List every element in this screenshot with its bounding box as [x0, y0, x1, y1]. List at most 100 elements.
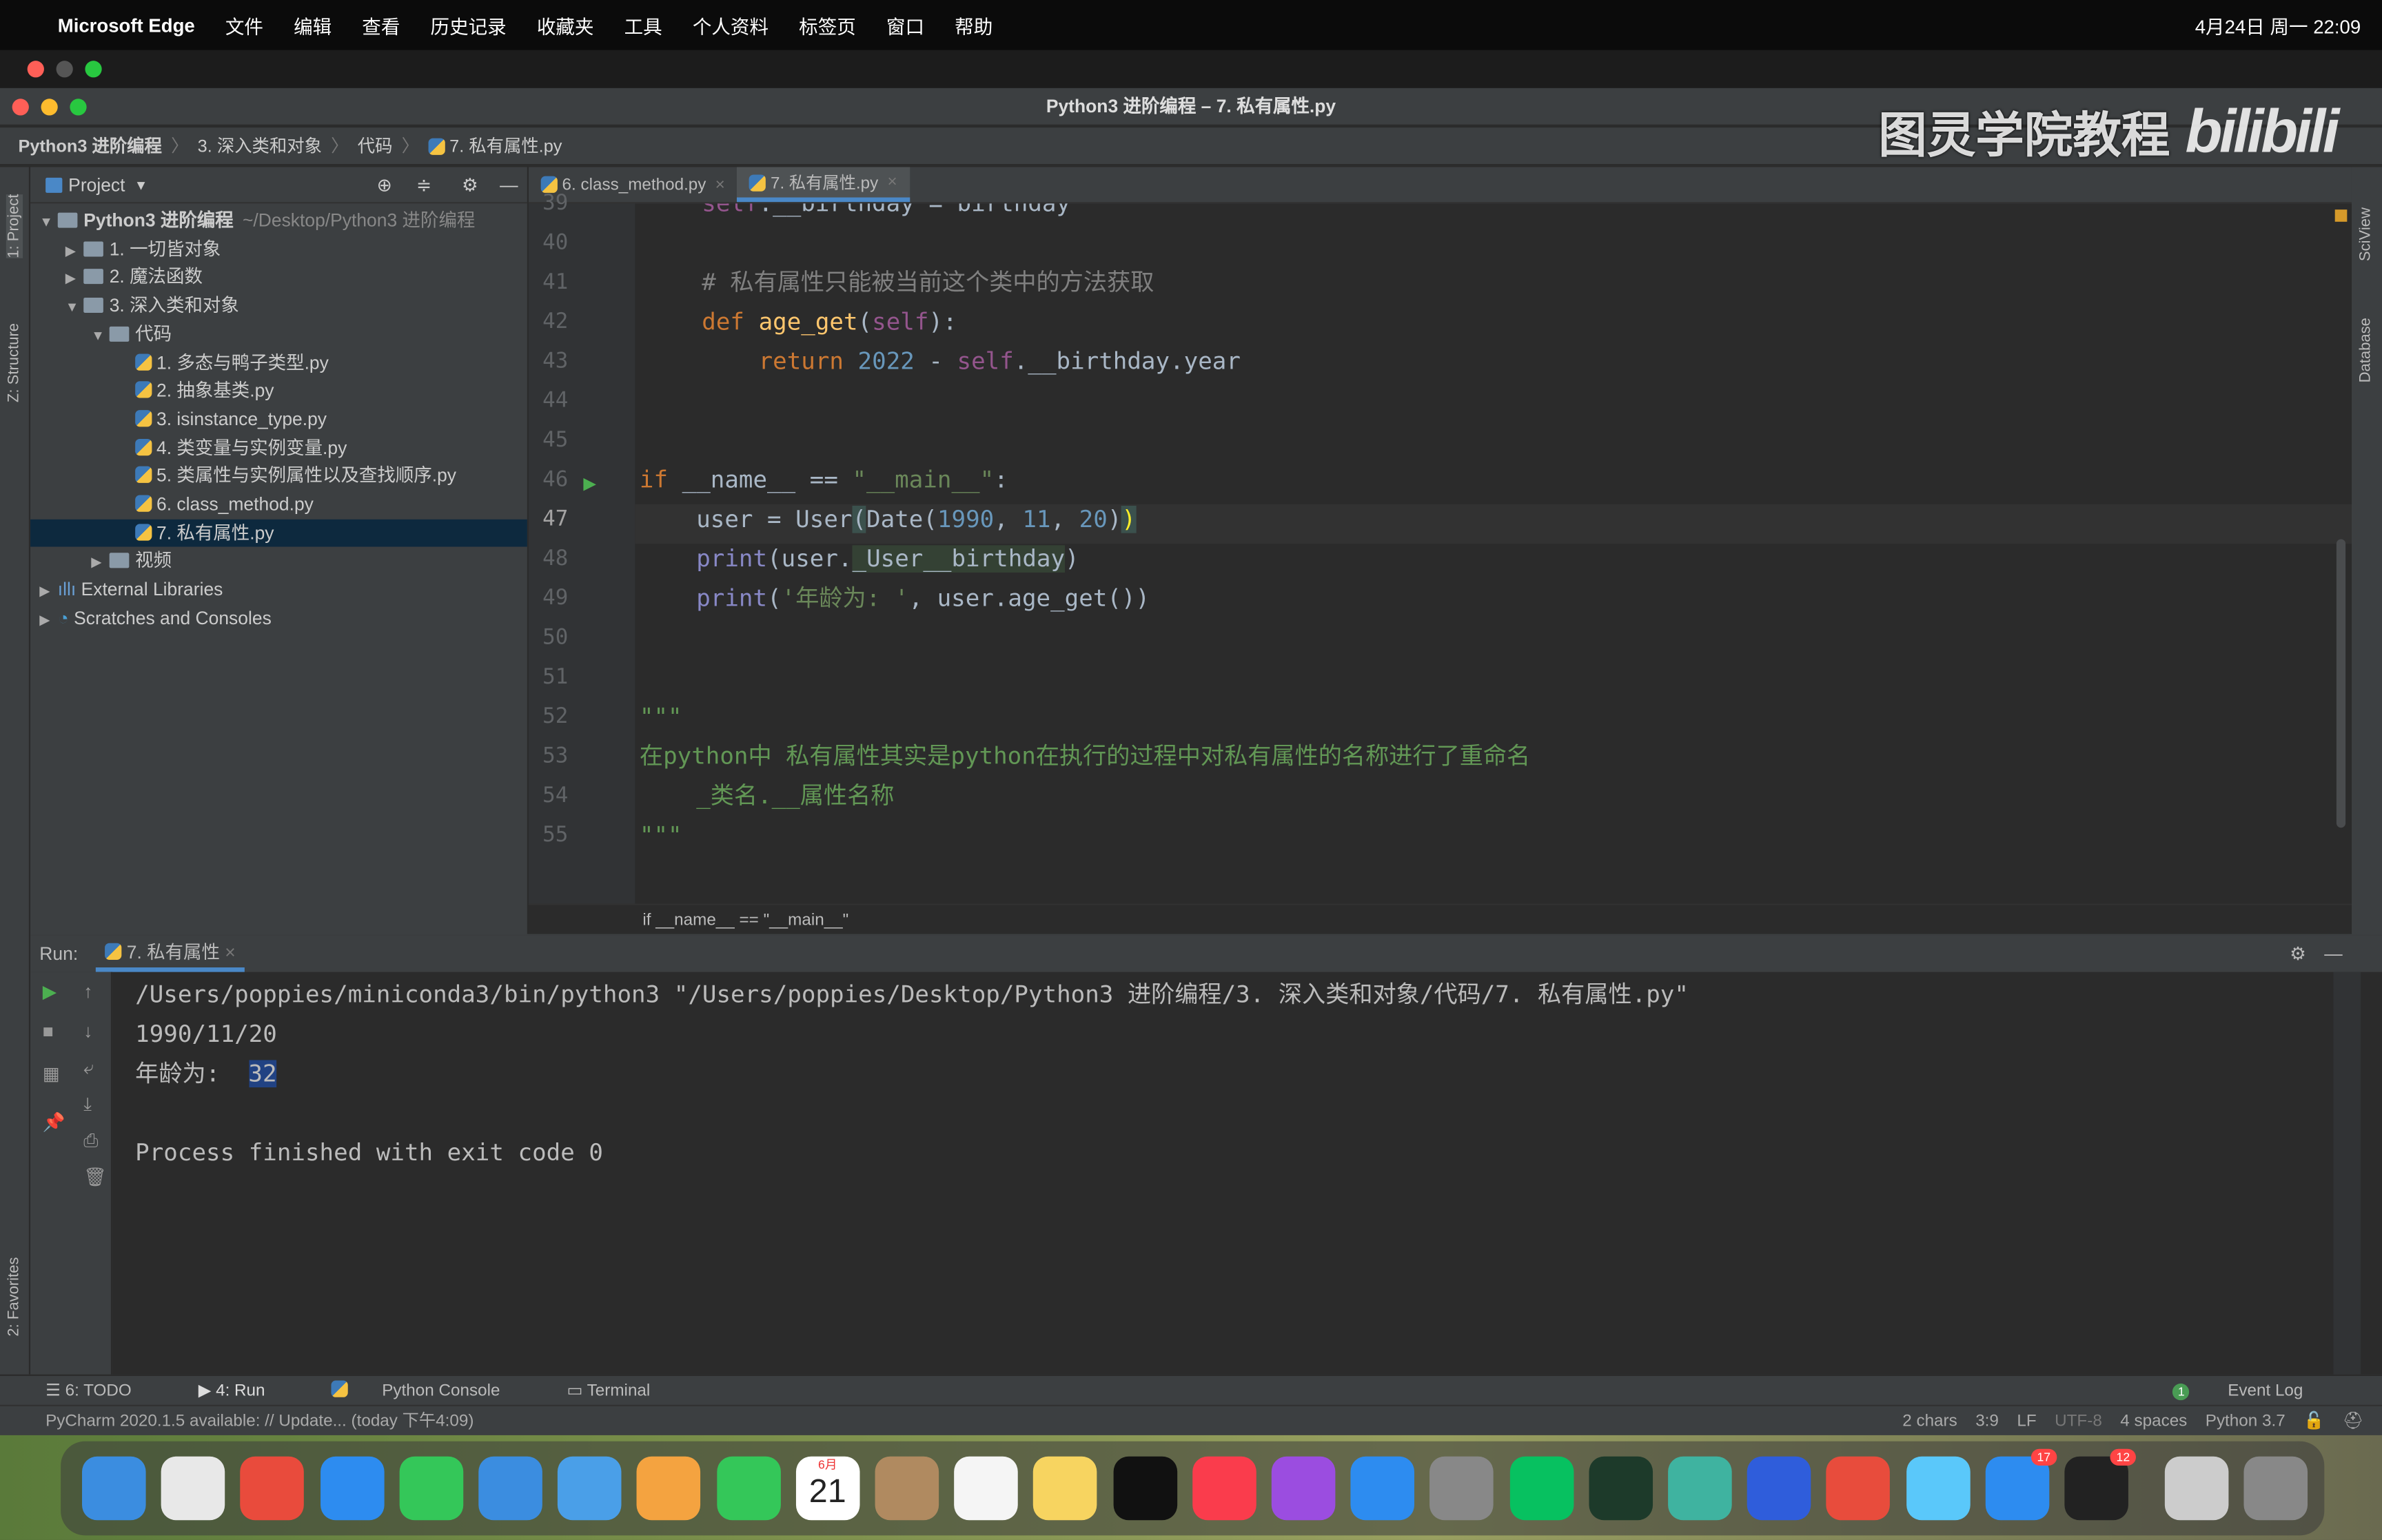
tree-item[interactable]: 2. 抽象基类.py — [30, 377, 527, 405]
mail-icon[interactable] — [478, 1456, 542, 1521]
chevron-right-icon[interactable]: ▶ — [65, 236, 83, 265]
minimize-button[interactable] — [56, 61, 73, 78]
menu-edit[interactable]: 编辑 — [294, 10, 332, 39]
tree-item[interactable]: ▶ ıllı External Libraries — [30, 576, 527, 604]
tree-item[interactable]: ▶ 视频 — [30, 547, 527, 575]
stop-icon[interactable]: ■ — [43, 1020, 54, 1042]
menu-file[interactable]: 文件 — [225, 10, 263, 39]
close-tab-icon[interactable]: × — [887, 173, 897, 191]
sciview-tool-tab[interactable]: SciView — [2358, 207, 2374, 261]
tree-item[interactable]: 7. 私有属性.py — [30, 519, 527, 548]
hide-icon[interactable]: — — [500, 174, 518, 195]
appletv-icon[interactable] — [1112, 1456, 1177, 1521]
close-button[interactable] — [27, 61, 44, 78]
editor-breadcrumb[interactable]: if __name__ == "__main__" — [529, 903, 2352, 934]
run-gutter-icon[interactable]: ▶ — [583, 474, 596, 493]
menu-favorites[interactable]: 收藏夹 — [537, 10, 594, 39]
calendar-icon[interactable]: 6月 21 — [795, 1456, 860, 1521]
menu-window[interactable]: 窗口 — [886, 10, 924, 39]
facetime-icon[interactable] — [716, 1456, 781, 1521]
qq-icon[interactable]: 12 — [2064, 1448, 2136, 1521]
run-scrollbar[interactable] — [2333, 972, 2361, 1376]
minimize-button[interactable] — [41, 99, 58, 116]
hide-icon[interactable]: — — [2324, 943, 2342, 965]
maps-icon[interactable] — [558, 1456, 622, 1521]
project-tool-tab[interactable]: 1: Project — [6, 194, 23, 258]
notes-icon[interactable] — [1033, 1456, 1098, 1521]
down-icon[interactable]: ↓ — [83, 1020, 92, 1042]
tree-item[interactable]: 1. 多态与鸭子类型.py — [30, 349, 527, 377]
interpreter[interactable]: Python 3.7 — [2206, 1406, 2286, 1437]
pin-icon[interactable]: 📌 — [43, 1111, 65, 1133]
photos-icon[interactable] — [637, 1456, 701, 1521]
chevron-right-icon[interactable]: ▶ — [39, 606, 57, 634]
maximize-button[interactable] — [70, 99, 87, 116]
chevron-right-icon[interactable]: ▶ — [39, 577, 57, 606]
up-icon[interactable]: ↑ — [83, 981, 92, 1003]
menu-tools[interactable]: 工具 — [624, 10, 662, 39]
chevron-down-icon[interactable]: ▼ — [39, 208, 57, 236]
indent-setting[interactable]: 4 spaces — [2120, 1406, 2187, 1437]
chevron-right-icon[interactable]: ▶ — [65, 265, 83, 293]
everything-icon[interactable] — [1906, 1456, 1970, 1521]
menu-history[interactable]: 历史记录 — [431, 10, 507, 39]
run-tool-tab[interactable]: ▶ 4: Run — [198, 1381, 298, 1400]
settings-icon[interactable] — [1429, 1456, 1494, 1521]
chrome-icon[interactable] — [241, 1456, 305, 1521]
todo-tab[interactable]: ☰ 6: TODO — [45, 1381, 165, 1400]
tab-private-attr[interactable]: 7. 私有属性.py × — [737, 167, 910, 203]
caret-position[interactable]: 3:9 — [1975, 1406, 1999, 1437]
tree-item[interactable]: 6. class_method.py — [30, 491, 527, 519]
soft-wrap-icon[interactable]: ⤶ — [83, 1057, 94, 1080]
tree-item[interactable]: ▼ 代码 — [30, 320, 527, 349]
lock-icon[interactable]: 🔓 — [2303, 1406, 2324, 1437]
launchpad-icon[interactable] — [161, 1456, 225, 1521]
structure-tool-tab[interactable]: Z: Structure — [6, 323, 23, 402]
tree-item[interactable]: ▶ ◔ Scratches and Consoles — [30, 604, 527, 633]
tree-item[interactable]: ▼ Python3 进阶编程 ~/Desktop/Python3 进阶编程 — [30, 207, 527, 235]
trash-icon[interactable] — [2244, 1456, 2308, 1521]
menu-profile[interactable]: 个人资料 — [693, 10, 768, 39]
podcasts-icon[interactable] — [1271, 1456, 1336, 1521]
xmind-icon[interactable] — [1826, 1456, 1891, 1521]
menu-tabs[interactable]: 标签页 — [799, 10, 856, 39]
close-tab-icon[interactable]: × — [225, 942, 235, 963]
selected-output[interactable]: 32 — [248, 1060, 277, 1088]
warning-marker[interactable] — [2334, 209, 2348, 222]
inspector-icon[interactable]: ⛑ — [2343, 1406, 2364, 1437]
reminders-icon[interactable] — [954, 1456, 1019, 1521]
favorites-tool-tab[interactable]: 2: Favorites — [6, 1257, 23, 1336]
messages-icon[interactable] — [399, 1456, 463, 1521]
music-icon[interactable] — [1192, 1456, 1256, 1521]
gear-icon[interactable]: ⚙ — [462, 174, 478, 195]
gear-icon[interactable]: ⚙ — [2290, 943, 2306, 965]
run-tab[interactable]: 7. 私有属性 × — [96, 936, 245, 972]
maximize-button[interactable] — [85, 61, 102, 78]
tree-item[interactable]: ▶ 2. 魔法函数 — [30, 263, 527, 291]
menu-view[interactable]: 查看 — [362, 10, 400, 39]
print-icon[interactable]: ⎙ — [83, 1130, 98, 1153]
preview-icon[interactable] — [2165, 1456, 2229, 1521]
chevron-right-icon[interactable]: ▶ — [91, 549, 109, 577]
close-tab-icon[interactable]: × — [715, 176, 725, 194]
tree-item[interactable]: 5. 类属性与实例属性以及查找顺序.py — [30, 462, 527, 491]
rerun-icon[interactable]: ▶ — [43, 981, 57, 1003]
layout-icon[interactable]: ▦ — [43, 1063, 60, 1085]
chevron-down-icon[interactable]: ▼ — [65, 294, 83, 322]
clock[interactable]: 4月24日 周一 22:09 — [2195, 10, 2361, 39]
video-icon[interactable] — [1747, 1456, 1811, 1521]
tree-item[interactable]: 3. isinstance_type.py — [30, 405, 527, 433]
pycharm-icon[interactable] — [1589, 1456, 1653, 1521]
collapse-all-icon[interactable]: ≑ — [416, 174, 431, 195]
safari-icon[interactable] — [320, 1456, 384, 1521]
crumb[interactable]: 7. 私有属性.py — [449, 134, 562, 158]
event-log-button[interactable]: 1 Event Log — [2172, 1382, 2337, 1400]
tree-item[interactable]: 4. 类变量与实例变量.py — [30, 433, 527, 462]
scroll-end-icon[interactable]: ⤓ — [83, 1094, 92, 1116]
atom-icon[interactable] — [1668, 1456, 1732, 1521]
encoding[interactable]: UTF-8 — [2055, 1406, 2102, 1437]
trash-icon[interactable]: 🗑 — [83, 1167, 107, 1188]
editor-scrollbar[interactable] — [2336, 539, 2346, 828]
tree-item[interactable]: ▼ 3. 深入类和对象 — [30, 291, 527, 320]
contacts-icon[interactable] — [875, 1456, 939, 1521]
